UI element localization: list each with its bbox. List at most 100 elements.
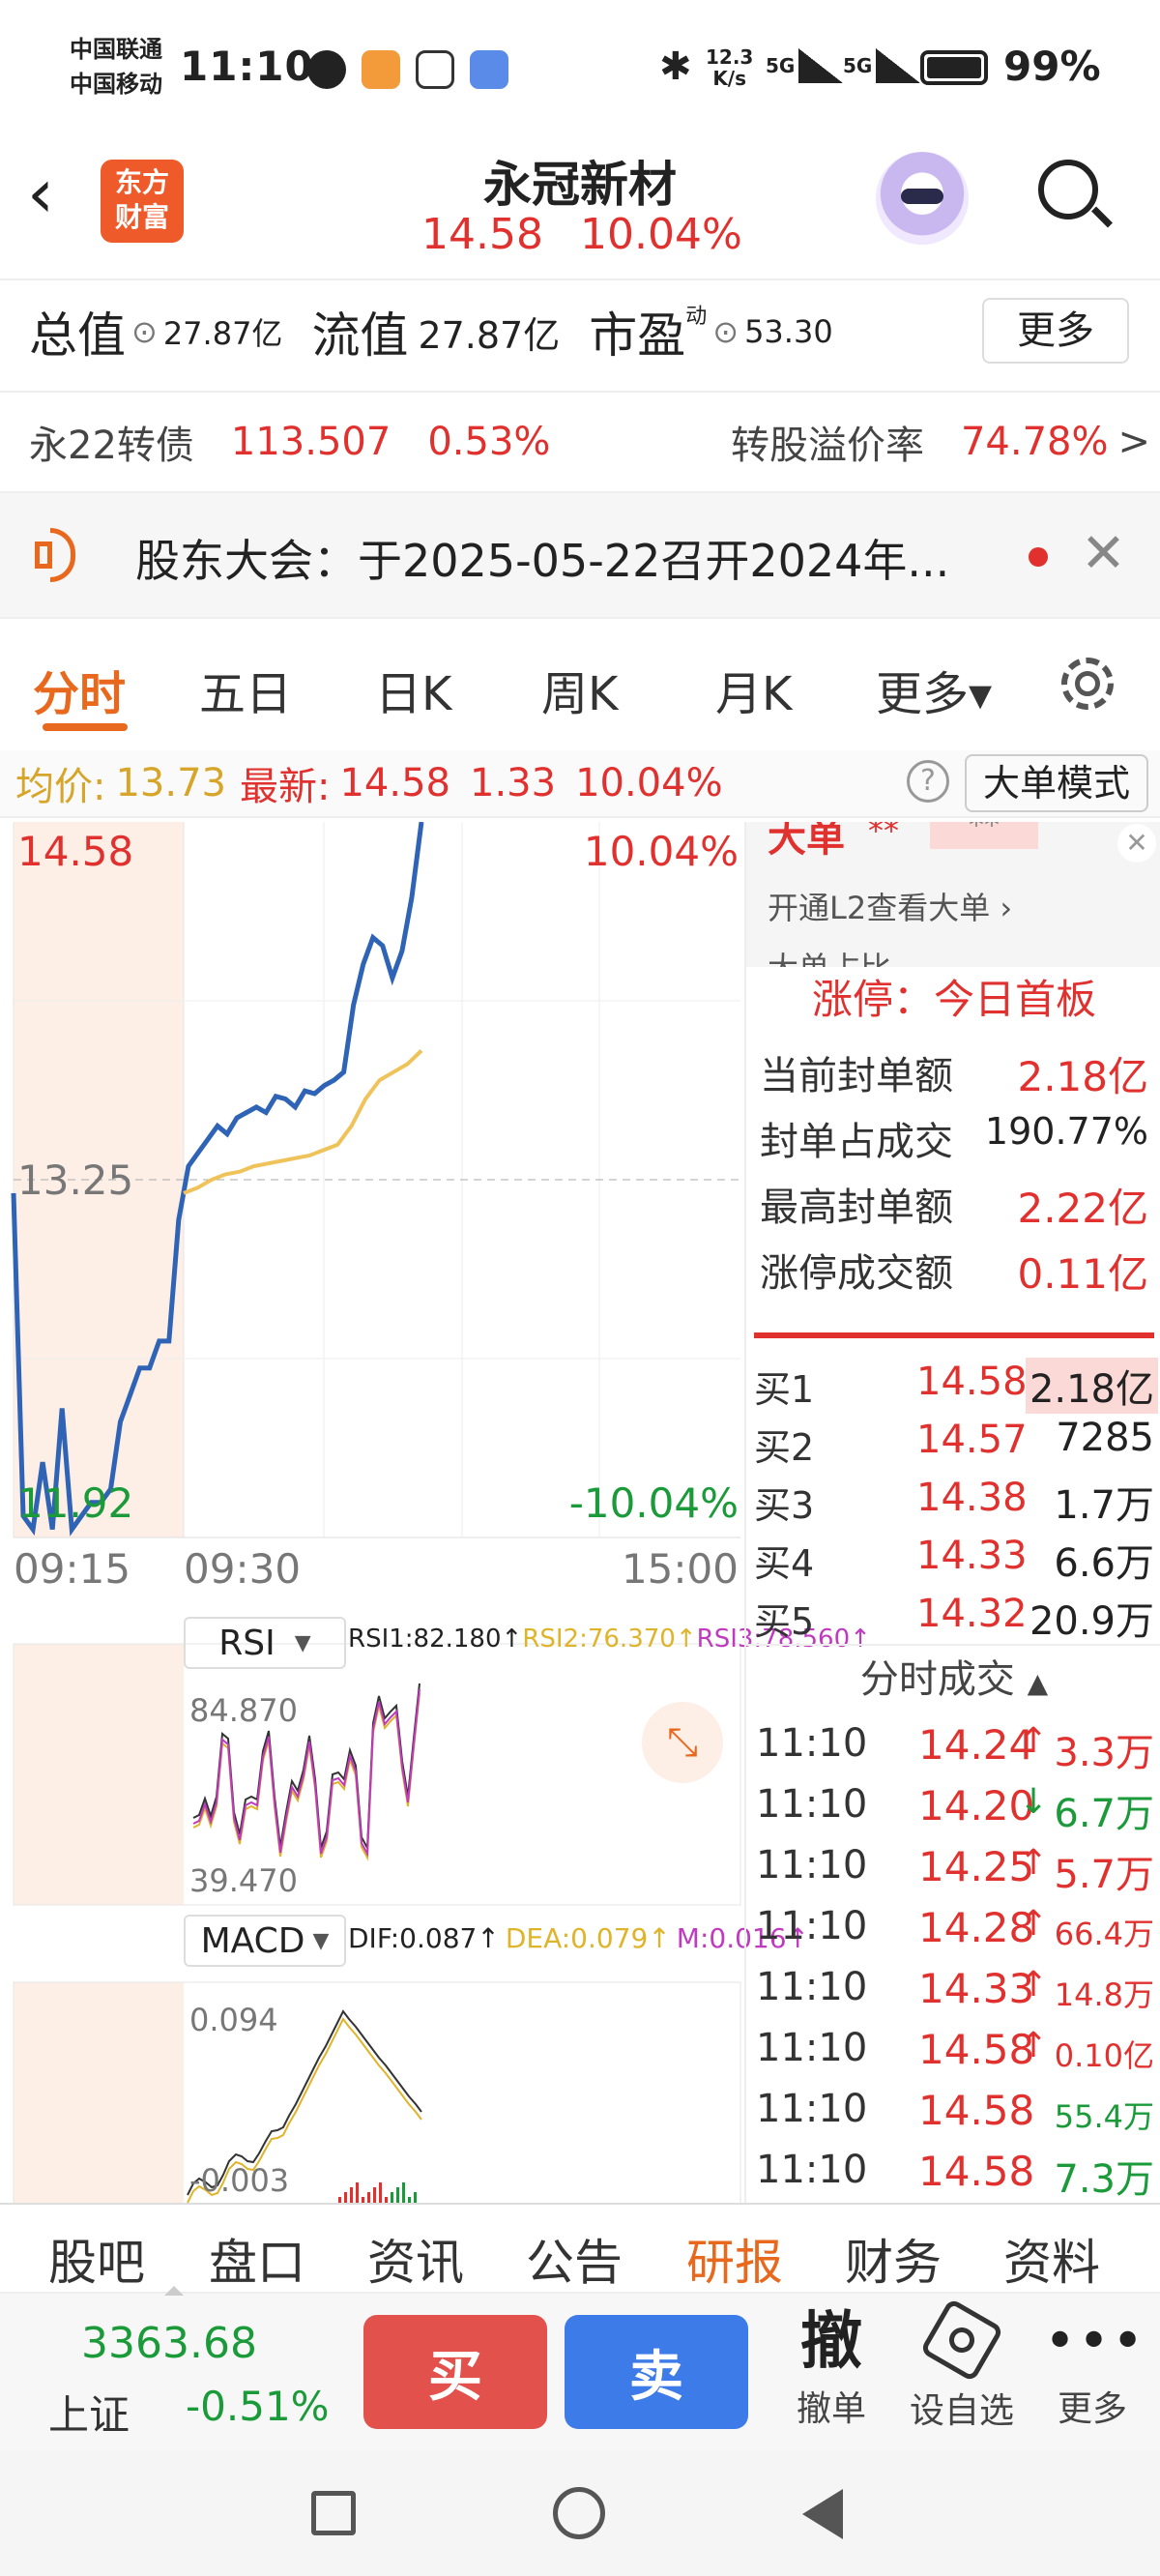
index-value[interactable]: 3363.68: [81, 2319, 257, 2368]
speaker-icon: [35, 526, 99, 584]
trades-header[interactable]: 分时成交 ▲: [746, 1648, 1160, 1704]
tab-2[interactable]: 日K: [375, 656, 451, 723]
price-bottom-label: 11.92: [17, 1479, 134, 1527]
tab-1[interactable]: 五日: [199, 656, 292, 723]
panel-close-icon[interactable]: ✕: [1117, 824, 1156, 863]
notice-text: 股东大会：于2025-05-22召开2024年...: [135, 535, 950, 587]
rsi-selector[interactable]: RSI ▼: [184, 1617, 346, 1669]
home-icon[interactable]: [553, 2487, 605, 2539]
latest-value: 14.58: [339, 761, 450, 805]
bottom-tab-5[interactable]: 财务: [845, 2224, 942, 2292]
macd-histogram-bar: [367, 2192, 370, 2203]
tab-4[interactable]: 月K: [715, 656, 792, 723]
sell-button[interactable]: 卖: [565, 2315, 748, 2429]
macd-values: DIF:0.087↑ DEA:0.079↑ M:0.016↑: [348, 1922, 809, 1954]
limit-row-value: 0.11亿: [1017, 1250, 1148, 1298]
big-order-masked-2: **: [930, 822, 1038, 849]
bottom-tab-4[interactable]: 研报: [686, 2224, 783, 2292]
macd-pre-shade: [14, 1982, 184, 2205]
search-icon[interactable]: [1038, 160, 1113, 233]
bond-row[interactable]: 永22转债 113.507 0.53% 转股溢价率 74.78% >: [29, 408, 1150, 476]
pe-sup: 动: [685, 305, 708, 329]
unread-dot: [1029, 547, 1048, 567]
cancel-order-button[interactable]: 撤 撤单: [783, 2303, 880, 2431]
pct-bottom-label: -10.04%: [568, 1479, 739, 1527]
help-icon[interactable]: ?: [907, 760, 949, 803]
tab-3[interactable]: 周K: [541, 656, 618, 723]
big-order-panel[interactable]: 大单 ** ** ✕ 开通L2查看大单 › 大单占比: [746, 822, 1160, 967]
pe-value: 53.30: [744, 313, 833, 350]
index-name[interactable]: 上证: [48, 2383, 130, 2442]
order-book-row[interactable]: 买1 14.58 2.18亿: [746, 1352, 1160, 1414]
macd-histogram-bar: [379, 2182, 382, 2203]
chart-area[interactable]: 14.58 10.04% 13.25 11.92 -10.04% 09:15 0…: [0, 822, 871, 2205]
trade-time: 11:10: [756, 1843, 868, 1888]
status-bar: 中国联通 中国移动 11:10 ✱ 12.3 K/s 5G 5G 99%: [0, 0, 1160, 140]
back-nav-icon[interactable]: [802, 2489, 843, 2539]
bond-price: 113.507: [230, 420, 392, 464]
rsi-bottom-value: 39.470: [189, 1862, 298, 1899]
alarm-icon: [307, 50, 346, 89]
limit-up-row: 最高封单额 2.22亿: [746, 1168, 1160, 1234]
bottom-tab-2[interactable]: 资讯: [367, 2224, 464, 2292]
order-level-label: 买4: [754, 1542, 815, 1585]
trade-row: 11:10 14.25 ↑ 5.7万: [746, 1835, 1160, 1897]
big-order-ratio-label: 大单占比: [768, 944, 891, 967]
order-volume: 6.6万: [1054, 1541, 1154, 1586]
limit-row-label: 涨停成交额: [760, 1251, 953, 1296]
header-change-pct: 10.04%: [580, 210, 742, 259]
order-book-row[interactable]: 买2 14.57 7285: [746, 1410, 1160, 1469]
bottom-tab-6[interactable]: 资料: [1003, 2224, 1100, 2292]
trade-row: 11:10 14.58 ↑ 0.10亿: [746, 2018, 1160, 2079]
limit-up-row: 封单占成交 190.77%: [746, 1102, 1160, 1168]
rsi-top-value: 84.870: [189, 1692, 298, 1729]
limit-up-title: 涨停：今日首板: [746, 967, 1160, 1035]
signal-2: 5G: [843, 48, 921, 83]
limit-row-value: 2.18亿: [1017, 1053, 1148, 1100]
index-change[interactable]: -0.51%: [186, 2383, 330, 2430]
bottom-tab-3[interactable]: 公告: [526, 2224, 623, 2292]
assistant-avatar[interactable]: [876, 152, 969, 245]
arrow-up-icon: ↑: [1019, 2026, 1049, 2065]
big-order-mode-button[interactable]: 大单模式: [965, 754, 1148, 812]
expand-icon[interactable]: ⤡: [642, 1702, 723, 1783]
trade-row: 11:10 14.20 ↓ 6.7万: [746, 1774, 1160, 1836]
arrow-up-icon: ↑: [1019, 1843, 1049, 1883]
tab-5[interactable]: 更多▾: [876, 656, 992, 723]
arrow-up-icon: ↑: [1019, 1965, 1049, 2005]
tab-0[interactable]: 分时: [33, 656, 126, 723]
time-label-0930: 09:30: [184, 1545, 302, 1593]
order-level-label: 买1: [754, 1368, 815, 1411]
total-info-icon[interactable]: ⊙: [131, 313, 158, 350]
bond-arrow-icon: >: [1117, 420, 1150, 464]
rsi1-value: RSI1:82.180↑: [348, 1625, 523, 1654]
battery-icon: [920, 50, 988, 85]
order-book-row[interactable]: 买4 14.33 6.6万: [746, 1526, 1160, 1586]
order-book-row[interactable]: 买3 14.38 1.7万: [746, 1468, 1160, 1528]
more-stats-button[interactable]: 更多: [982, 298, 1129, 364]
l2-upgrade-link[interactable]: 开通L2查看大单 ›: [768, 884, 1012, 928]
add-watchlist-button[interactable]: 设自选: [899, 2298, 1025, 2433]
bottom-tab-0[interactable]: 股吧: [48, 2224, 145, 2292]
trade-row: 11:10 14.33 ↑ 14.8万: [746, 1957, 1160, 2018]
big-order-masked-1: **: [868, 822, 899, 849]
order-book-row[interactable]: 买5 14.32 20.9万: [746, 1584, 1160, 1644]
order-price: 14.33: [916, 1534, 1028, 1578]
hexagon-icon: [919, 2298, 1004, 2383]
pe-info-icon[interactable]: ⊙: [712, 313, 739, 350]
settings-gear-icon[interactable]: [1054, 650, 1121, 717]
trade-time: 11:10: [756, 1721, 868, 1766]
macd-selector[interactable]: MACD ▼: [184, 1915, 346, 1967]
notice-bar[interactable]: 股东大会：于2025-05-22召开2024年... ✕: [0, 491, 1160, 619]
buy-button[interactable]: 买: [363, 2315, 547, 2429]
net-type-2: 5G: [843, 54, 873, 77]
more-button[interactable]: ••• 更多: [1044, 2303, 1144, 2431]
sort-up-icon: ▲: [1027, 1667, 1049, 1699]
bottom-tabs: 股吧 盘口 资讯 公告 研报 财务 资料: [0, 2205, 1160, 2292]
recents-icon[interactable]: [311, 2491, 356, 2535]
close-icon[interactable]: ✕: [1081, 522, 1126, 585]
order-volume: 1.7万: [1054, 1483, 1154, 1528]
trade-volume: 66.4万: [1054, 1916, 1154, 1952]
trade-volume: 6.7万: [1054, 1792, 1154, 1836]
bottom-tab-1[interactable]: 盘口: [209, 2224, 305, 2292]
